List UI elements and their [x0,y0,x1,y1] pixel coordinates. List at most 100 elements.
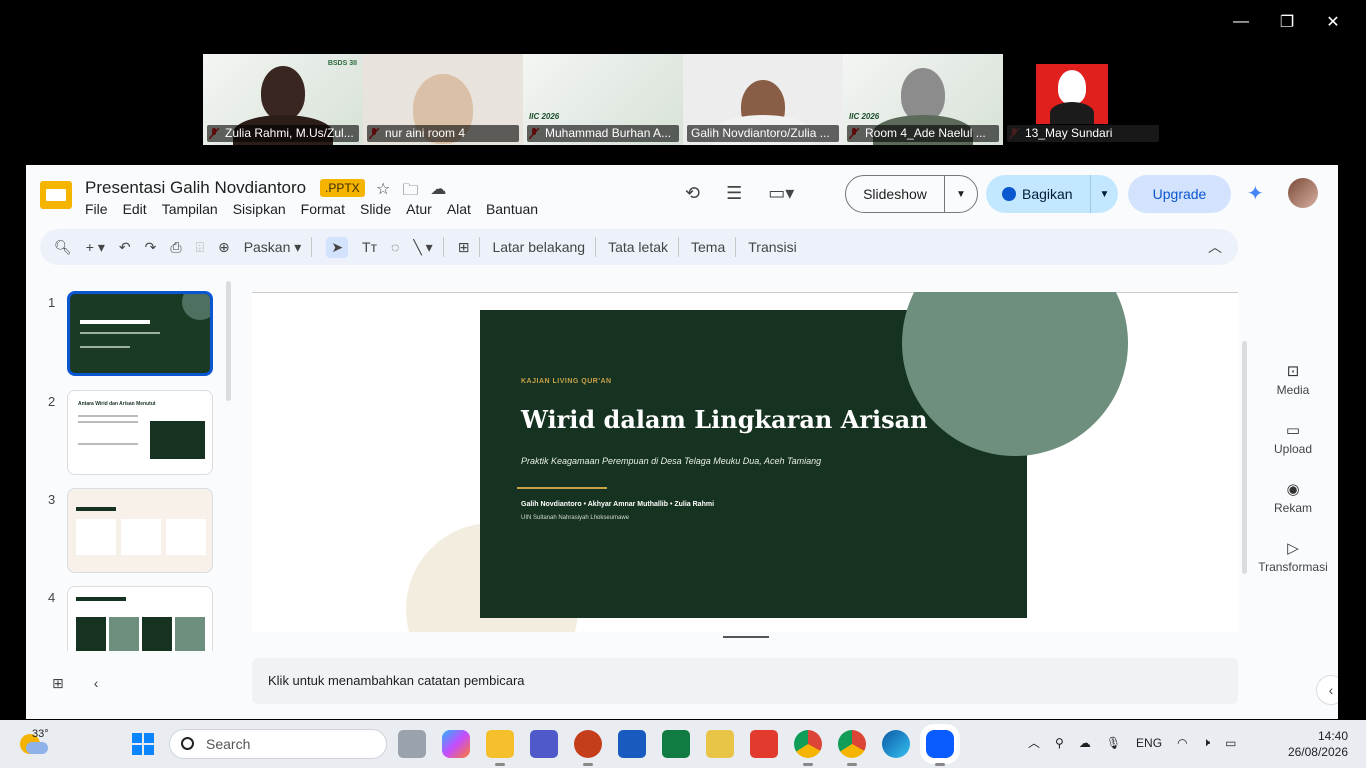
menu-view[interactable]: Tampilan [162,201,218,217]
menu-insert[interactable]: Sisipkan [233,201,286,217]
transition-button[interactable]: Transisi [748,239,797,255]
slide-thumbnail[interactable] [67,586,213,651]
slides-logo-icon[interactable] [40,181,72,209]
line-icon[interactable]: ╲ ▾ [413,239,432,256]
slide-thumbnail[interactable] [67,291,213,376]
word-icon[interactable] [618,730,646,758]
collapse-toolbar-icon[interactable]: ︿ [1208,237,1222,257]
menu-slide[interactable]: Slide [360,201,391,217]
layout-button[interactable]: Tata letak [608,239,668,255]
zoom-app-icon[interactable] [920,724,960,766]
language-indicator[interactable]: ENG [1136,736,1162,750]
record-button[interactable]: ◉ Rekam [1248,479,1338,538]
background-button[interactable]: Latar belakang [492,239,585,255]
menu-edit[interactable]: Edit [123,201,147,217]
print-icon[interactable]: ⎙ [170,239,181,256]
history-icon[interactable]: ⟲ [685,183,700,204]
notes-resize-handle[interactable] [723,636,769,638]
speaker-notes[interactable]: Klik untuk menambahkan catatan pembicara [252,658,1238,704]
select-tool-icon[interactable]: ➤ [326,236,349,258]
tray-app-icon[interactable]: ⚲ [1055,736,1064,750]
expand-side-panel-button[interactable]: ‹ [1316,675,1338,705]
menu-file[interactable]: File [85,201,108,217]
slide-canvas[interactable]: KAJIAN LIVING QUR'AN Wirid dalam Lingkar… [252,292,1238,632]
taskbar-search[interactable]: Search [169,729,387,759]
menu-help[interactable]: Bantuan [486,201,538,217]
wifi-icon[interactable]: ◠ [1177,736,1187,750]
slide-thumbnail[interactable]: Antara Wirid dan Arisan Menutut [67,390,213,475]
task-view-icon[interactable] [398,730,426,758]
user-avatar[interactable] [1288,178,1318,208]
menu-format[interactable]: Format [301,201,345,217]
paint-format-icon[interactable]: ⌹ [196,239,204,256]
edge-icon[interactable] [882,730,910,758]
participant-tile[interactable]: BSDS 3II Zulia Rahmi, M.Us/Zul... [203,54,363,145]
add-comment-icon[interactable]: ⊞ [458,239,470,256]
slideshow-button[interactable]: Slideshow ▼ [845,175,978,213]
notes-app-icon[interactable] [706,730,734,758]
battery-icon[interactable]: ▭ [1225,736,1236,750]
date: 26/08/2026 [1287,745,1348,759]
zoom-icon[interactable]: ⊕ [218,239,230,256]
start-button[interactable] [132,733,154,755]
upgrade-button[interactable]: Upgrade [1128,175,1231,213]
chevron-down-icon[interactable]: ▼ [945,189,977,200]
show-hidden-icons[interactable]: ︿ [1028,734,1040,751]
powerpoint-icon[interactable] [574,730,602,766]
minimize-button[interactable]: — [1218,8,1264,36]
zoom-select[interactable]: Paskan ▾ [244,239,302,256]
volume-icon[interactable]: 🕨 [1203,735,1211,750]
chrome-profile-icon[interactable] [838,730,866,766]
share-button[interactable]: Bagikan ▼ [986,175,1118,213]
participant-tile-active-speaker[interactable]: Galih Novdiantoro/Zulia ... [683,54,843,145]
restore-button[interactable]: ❐ [1264,8,1310,36]
new-slide-icon[interactable]: + ▾ [86,239,105,256]
canvas-scrollbar[interactable] [1242,341,1247,574]
slideshow-label[interactable]: Slideshow [846,176,945,212]
document-title[interactable]: Presentasi Galih Novdiantoro [85,178,306,198]
filmstrip-scrollbar[interactable] [226,281,231,401]
copilot-icon[interactable] [442,730,470,758]
chrome-icon[interactable] [794,730,822,766]
close-button[interactable]: ✕ [1310,8,1356,36]
file-format-badge: .PPTX [320,179,365,197]
tray-cloud-icon[interactable]: ☁ [1079,736,1091,750]
upload-button[interactable]: ▭ Upload [1248,420,1338,479]
slide-subtitle[interactable]: Praktik Keagamaan Perempuan di Desa Tela… [521,456,821,466]
transform-button[interactable]: ▷ Transformasi [1248,538,1338,597]
menu-tools[interactable]: Alat [447,201,471,217]
excel-icon[interactable] [662,730,690,758]
participant-tile[interactable]: IIC 2026 Room 4_Ade Naelul ... [843,54,1003,145]
microphone-icon[interactable]: 🎙︎ [1106,736,1121,750]
text-box-icon[interactable]: Tт [362,239,377,255]
globe-icon [1002,187,1016,201]
media-button[interactable]: ⊡ Media [1248,361,1338,420]
slide-thumbnail[interactable] [67,488,213,573]
grid-view-icon[interactable]: ⊞ [52,675,64,692]
menu-arrange[interactable]: Atur [406,201,432,217]
comments-icon[interactable]: ☰ [726,183,742,204]
redo-icon[interactable]: ↷ [145,239,157,256]
undo-icon[interactable]: ↶ [119,239,131,256]
search-menus-icon[interactable]: 🔍︎ [54,239,72,256]
meet-icon[interactable]: ▭▾ [768,183,794,204]
shape-icon[interactable]: ◌ [391,239,399,255]
teams-icon[interactable] [530,730,558,758]
slide-kicker[interactable]: KAJIAN LIVING QUR'AN [521,378,612,385]
file-explorer-icon[interactable] [486,730,514,766]
gemini-sparkle-icon[interactable]: ✦ [1247,183,1269,205]
clock[interactable]: 14:40 26/08/2026 [1288,728,1348,760]
participant-tile[interactable]: nur aini room 4 [363,54,523,145]
chevron-down-icon[interactable]: ▼ [1091,189,1118,200]
participant-strip: BSDS 3II Zulia Rahmi, M.Us/Zul... nur ai… [203,54,1163,145]
theme-button[interactable]: Tema [691,239,725,255]
slide-title[interactable]: Wirid dalam Lingkaran Arisan [521,405,928,434]
participant-tile[interactable]: 13_May Sundari [1003,54,1163,145]
wps-office-icon[interactable] [750,730,778,758]
toolbar-divider [479,237,481,257]
participant-tile[interactable]: IIC 2026 Muhammad Burhan A... [523,54,683,145]
share-label-wrap[interactable]: Bagikan [986,175,1091,213]
collapse-filmstrip-icon[interactable]: ‹ [94,675,99,692]
slide-authors[interactable]: Galih Novdiantoro • Akhyar Amnar Muthall… [521,501,714,508]
slide-institution[interactable]: UIN Sultanah Nahrasiyah Lhokseumawe [521,515,629,521]
